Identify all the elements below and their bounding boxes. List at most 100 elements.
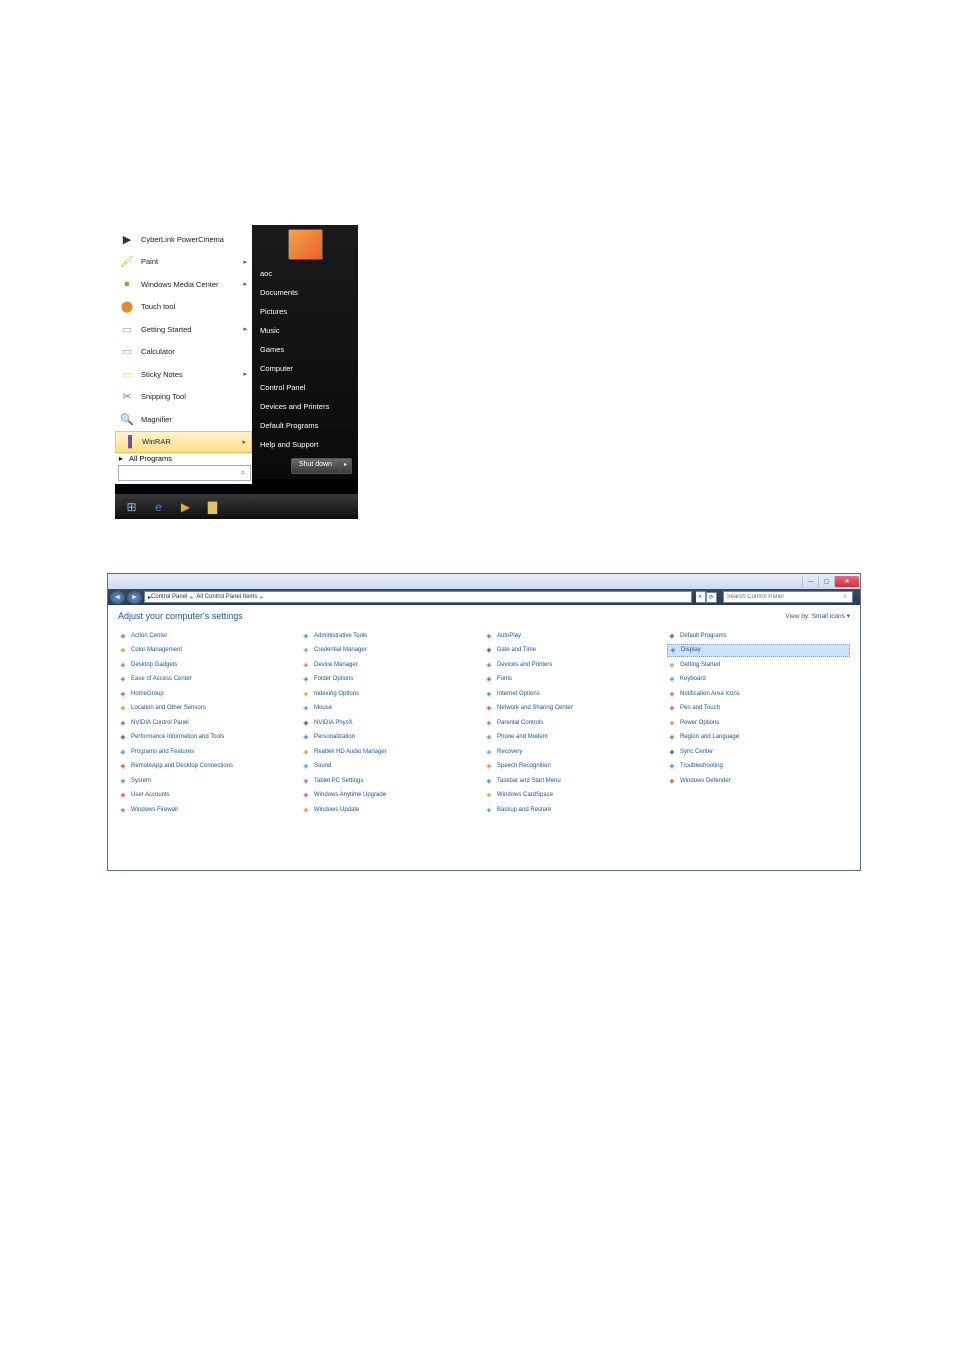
start-right-item[interactable]: Music	[252, 321, 358, 340]
forward-button[interactable]: ►	[127, 591, 142, 604]
program-item[interactable]: ✂Snipping Tool	[115, 386, 252, 409]
control-panel-item[interactable]: ◈Personalization	[301, 731, 484, 744]
control-panel-item[interactable]: ◈AutoPlay	[484, 629, 667, 642]
control-panel-item[interactable]: ◈Parental Controls	[484, 716, 667, 729]
control-panel-item[interactable]: ◈Realtek HD Audio Manager	[301, 745, 484, 758]
control-panel-item[interactable]: ◈Credential Manager	[301, 644, 484, 657]
control-panel-item[interactable]: ◈Backup and Restore	[484, 803, 667, 816]
program-item[interactable]: ▶CyberLink PowerCinema	[115, 228, 252, 251]
start-orb[interactable]: ⊞	[118, 497, 145, 517]
control-panel-item[interactable]: ◈Recovery	[484, 745, 667, 758]
cp-item-icon: ◈	[301, 703, 311, 713]
control-panel-item[interactable]: ◈RemoteApp and Desktop Connections	[118, 760, 301, 773]
control-panel-item[interactable]: ◈Desktop Gadgets	[118, 658, 301, 671]
control-panel-item[interactable]: ◈Windows Defender	[667, 774, 850, 787]
taskbar-explorer-icon[interactable]: ▇	[199, 497, 226, 517]
control-panel-item[interactable]: ◈Fonts	[484, 673, 667, 686]
all-programs[interactable]: ▸ All Programs	[115, 453, 252, 463]
control-panel-item[interactable]: ◈Date and Time	[484, 644, 667, 657]
user-picture[interactable]	[288, 229, 323, 260]
program-item[interactable]: ●Windows Media Center▸	[115, 273, 252, 296]
control-panel-item[interactable]: ◈Troubleshooting	[667, 760, 850, 773]
control-panel-item[interactable]: ◈Devices and Printers	[484, 658, 667, 671]
program-item[interactable]: ▭Getting Started▸	[115, 318, 252, 341]
program-item[interactable]: ▐WinRAR▸	[115, 431, 252, 453]
start-right-item[interactable]: Help and Support	[252, 435, 358, 454]
start-right-item[interactable]: Computer	[252, 359, 358, 378]
start-right-item[interactable]: Devices and Printers	[252, 397, 358, 416]
control-panel-item[interactable]: ◈Sync Center	[667, 745, 850, 758]
control-panel-item[interactable]: ◈Phone and Modem	[484, 731, 667, 744]
control-panel-item[interactable]: ◈Tablet PC Settings	[301, 774, 484, 787]
start-right-panel: aocDocumentsPicturesMusicGamesComputerCo…	[252, 225, 358, 479]
start-right-item[interactable]: Default Programs	[252, 416, 358, 435]
control-panel-item[interactable]: ◈Action Center	[118, 629, 301, 642]
control-panel-item[interactable]: ◈Network and Sharing Center	[484, 702, 667, 715]
view-by-value[interactable]: Small icons ▾	[812, 613, 850, 620]
control-panel-item[interactable]: ◈Windows Firewall	[118, 803, 301, 816]
back-button[interactable]: ◄	[110, 591, 125, 604]
control-panel-item[interactable]: ◈NVIDIA PhysX	[301, 716, 484, 729]
program-item[interactable]: ▭Sticky Notes▸	[115, 363, 252, 386]
control-panel-item[interactable]: ◈Power Options	[667, 716, 850, 729]
start-right-item[interactable]: Pictures	[252, 302, 358, 321]
breadcrumb-seg-1[interactable]: All Control Panel Items	[196, 594, 257, 600]
control-panel-item[interactable]: ◈Internet Options	[484, 687, 667, 700]
refresh-button[interactable]: ⟳	[706, 592, 717, 603]
control-panel-item[interactable]: ◈Mouse	[301, 702, 484, 715]
program-item[interactable]: 🖌Paint▸	[115, 251, 252, 274]
shutdown-button[interactable]: Shut down	[291, 458, 340, 474]
control-panel-item[interactable]: ◈HomeGroup	[118, 687, 301, 700]
control-panel-item[interactable]: ◈Getting Started	[667, 658, 850, 671]
control-panel-item[interactable]: ◈Speech Recognition	[484, 760, 667, 773]
control-panel-item[interactable]: ◈Region and Language	[667, 731, 850, 744]
maximize-button[interactable]: ▢	[818, 576, 834, 587]
control-panel-item[interactable]: ◈Notification Area Icons	[667, 687, 850, 700]
program-item[interactable]: ▭Calculator	[115, 341, 252, 364]
control-panel-item[interactable]: ◈Display	[667, 644, 850, 657]
program-item[interactable]: ⬤Touch tool	[115, 296, 252, 319]
control-panel-item[interactable]: ◈Indexing Options	[301, 687, 484, 700]
control-panel-item[interactable]: ◈Ease of Access Center	[118, 673, 301, 686]
taskbar-ie-icon[interactable]: e	[145, 497, 172, 517]
control-panel-item[interactable]: ◈Folder Options	[301, 673, 484, 686]
start-search-input[interactable]	[118, 465, 251, 481]
control-panel-item[interactable]: ◈Windows CardSpace	[484, 789, 667, 802]
chevron-right-icon: ▸	[260, 594, 263, 601]
control-panel-item[interactable]: ◈Windows Update	[301, 803, 484, 816]
control-panel-item[interactable]: ◈System	[118, 774, 301, 787]
cp-item-label: Parental Controls	[497, 720, 543, 726]
start-right-item[interactable]: Documents	[252, 283, 358, 302]
control-panel-item[interactable]: ◈Pen and Touch	[667, 702, 850, 715]
control-panel-item[interactable]: ◈Keyboard	[667, 673, 850, 686]
view-by[interactable]: View by: Small icons ▾	[785, 612, 850, 620]
cp-item-label: NVIDIA PhysX	[314, 720, 353, 726]
shutdown-options-button[interactable]: ▸	[340, 458, 352, 474]
start-right-item[interactable]: Games	[252, 340, 358, 359]
control-panel-item[interactable]: ◈User Accounts	[118, 789, 301, 802]
control-panel-item[interactable]: ◈NVIDIA Control Panel	[118, 716, 301, 729]
control-panel-item[interactable]: ◈Location and Other Sensors	[118, 702, 301, 715]
history-dropdown[interactable]: ▾	[696, 591, 706, 603]
control-panel-item[interactable]: ◈Sound	[301, 760, 484, 773]
cp-item-label: Troubleshooting	[680, 763, 723, 769]
breadcrumb-seg-0[interactable]: Control Panel	[151, 594, 187, 600]
start-right-item[interactable]: Control Panel	[252, 378, 358, 397]
minimize-button[interactable]: —	[802, 576, 818, 587]
control-panel-item[interactable]: ◈Default Programs	[667, 629, 850, 642]
program-item[interactable]: 🔍Magnifier	[115, 408, 252, 431]
cp-item-label: Action Center	[131, 633, 167, 639]
taskbar-wmp-icon[interactable]: ▶	[172, 497, 199, 517]
control-panel-item[interactable]: ◈Color Management	[118, 644, 301, 657]
start-right-item[interactable]: aoc	[252, 264, 358, 283]
control-panel-item[interactable]: ◈Windows Anytime Upgrade	[301, 789, 484, 802]
program-icon: ●	[117, 274, 137, 294]
control-panel-item[interactable]: ◈Device Manager	[301, 658, 484, 671]
control-panel-item[interactable]: ◈Performance Information and Tools	[118, 731, 301, 744]
control-panel-item[interactable]: ◈Programs and Features	[118, 745, 301, 758]
close-button[interactable]: ✕	[834, 576, 859, 587]
breadcrumb[interactable]: ▸ Control Panel ▸ All Control Panel Item…	[144, 591, 692, 603]
control-panel-search-input[interactable]	[723, 591, 853, 603]
control-panel-item[interactable]: ◈Taskbar and Start Menu	[484, 774, 667, 787]
control-panel-item[interactable]: ◈Administrative Tools	[301, 629, 484, 642]
